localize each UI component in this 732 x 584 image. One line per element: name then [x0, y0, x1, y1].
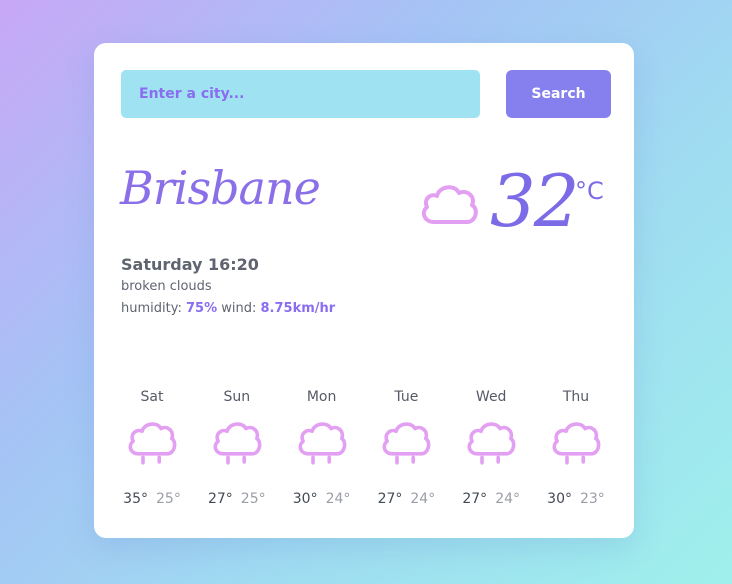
- forecast-max-temp: 27°: [462, 491, 488, 507]
- forecast-max-temp: 27°: [377, 491, 403, 507]
- temperature-unit[interactable]: °C: [575, 177, 604, 205]
- rain-cloud-icon: [467, 422, 516, 465]
- weather-card: Search Brisbane 32 °C Saturday 16:20 bro…: [94, 43, 634, 538]
- forecast-row: Sat 35° 25° Sun 27° 25° Mon 30° 24° Tue 27° 24° Wed 2…: [110, 389, 618, 507]
- forecast-day: Sat 35° 25°: [110, 389, 194, 507]
- forecast-day-name: Sat: [140, 389, 164, 405]
- forecast-temps: 27° 24°: [378, 491, 436, 507]
- weather-description: broken clouds: [121, 279, 212, 294]
- wind-label: wind:: [221, 301, 257, 316]
- forecast-max-temp: 27°: [207, 491, 233, 507]
- forecast-min-temp: 24°: [410, 491, 436, 507]
- date-time: Saturday 16:20: [121, 255, 259, 274]
- forecast-max-temp: 30°: [292, 491, 318, 507]
- rain-cloud-icon: [213, 422, 262, 465]
- forecast-day-name: Sun: [223, 389, 251, 405]
- forecast-day-name: Mon: [306, 389, 337, 405]
- humidity-label: humidity:: [121, 301, 182, 316]
- weather-stats: humidity: 75% wind: 8.75km/hr: [121, 301, 335, 316]
- forecast-day: Mon 30° 24°: [280, 389, 364, 507]
- wind-value: 8.75km/hr: [260, 301, 336, 316]
- forecast-day: Wed 27° 24°: [449, 389, 533, 507]
- city-search-input[interactable]: [121, 70, 480, 118]
- forecast-temps: 30° 24°: [293, 491, 351, 507]
- forecast-max-temp: 35°: [123, 491, 148, 507]
- rain-cloud-icon: [552, 422, 601, 465]
- forecast-day-name: Thu: [562, 389, 590, 405]
- search-button[interactable]: Search: [506, 70, 611, 118]
- forecast-temps: 30° 23°: [547, 491, 605, 507]
- forecast-temps: 27° 25°: [208, 491, 266, 507]
- forecast-max-temp: 30°: [547, 491, 572, 507]
- forecast-temps: 27° 24°: [462, 491, 520, 507]
- forecast-min-temp: 25°: [156, 491, 181, 507]
- forecast-day: Thu 30° 23°: [534, 389, 618, 507]
- forecast-min-temp: 24°: [325, 491, 351, 507]
- current-temperature: 32: [490, 159, 580, 243]
- cloud-icon: [421, 185, 478, 224]
- city-name: Brisbane: [120, 161, 321, 215]
- forecast-day: Sun 27° 25°: [195, 389, 279, 507]
- forecast-day-name: Wed: [475, 389, 507, 405]
- forecast-day-name: Tue: [394, 389, 419, 405]
- humidity-value: 75%: [185, 301, 218, 316]
- rain-cloud-icon: [382, 422, 431, 465]
- forecast-min-temp: 25°: [240, 491, 266, 507]
- rain-cloud-icon: [298, 422, 347, 465]
- forecast-temps: 35° 25°: [123, 491, 181, 507]
- forecast-min-temp: 23°: [579, 491, 605, 507]
- rain-cloud-icon: [128, 422, 177, 465]
- forecast-min-temp: 24°: [495, 491, 521, 507]
- forecast-day: Tue 27° 24°: [364, 389, 448, 507]
